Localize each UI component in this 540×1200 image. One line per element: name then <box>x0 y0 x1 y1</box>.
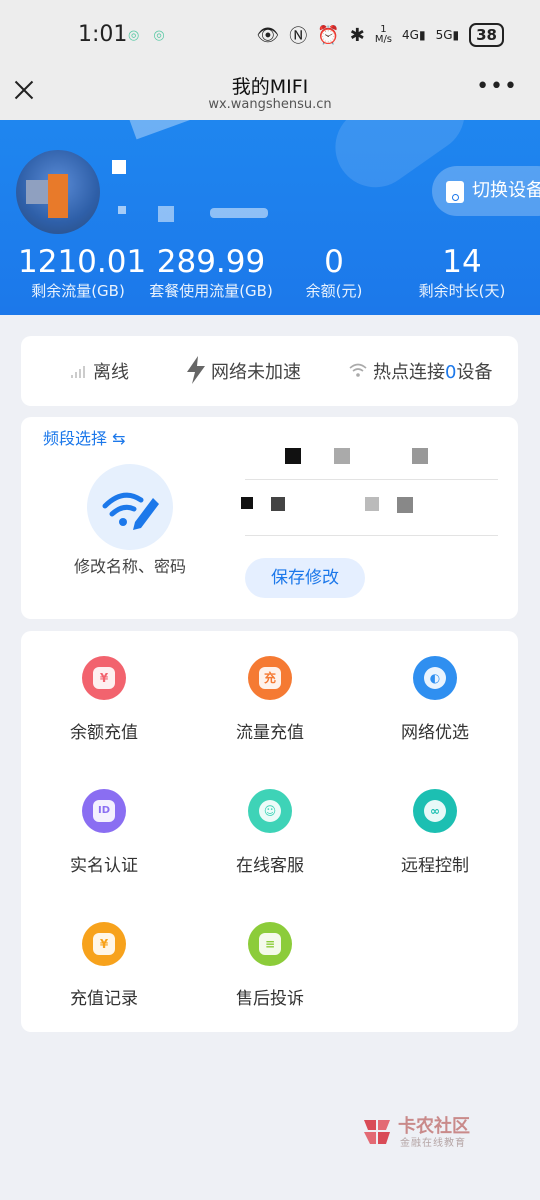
ssid-field[interactable] <box>245 479 498 480</box>
wifi-edit-icon[interactable] <box>87 464 173 550</box>
stats-row: 1210.01 剩余流量(GB) 289.99 套餐使用流量(GB) 0 余额(… <box>0 244 540 304</box>
redacted-block <box>271 497 285 511</box>
save-changes-button[interactable]: 保存修改 <box>245 558 365 598</box>
redacted-block <box>241 497 253 509</box>
grid-item-customer-service[interactable]: ☺ 在线客服 <box>187 789 353 876</box>
stat-balance: 0 余额(元) <box>305 244 363 300</box>
band-select-button[interactable]: 频段选择 ⇆ <box>43 425 126 449</box>
redacted-block <box>210 208 268 218</box>
stat-remaining-days: 14 剩余时长(天) <box>418 244 506 300</box>
stat-used-data: 289.99 套餐使用流量(GB) <box>149 244 273 300</box>
more-icon[interactable]: ••• <box>476 74 518 99</box>
alarm-icon: ⏰ <box>317 24 340 46</box>
avatar <box>16 150 100 234</box>
redacted-block <box>334 448 350 464</box>
password-field[interactable] <box>245 535 498 536</box>
real-name-icon: ID <box>82 789 126 833</box>
grid-item-remote-control[interactable]: ∞ 远程控制 <box>352 789 518 876</box>
status-bar: 1:01 ◎◎ 👁 Ⓝ ⏰ ✱ 1 M/s 4G▮ 5G▮ 38 <box>0 0 540 66</box>
signal-weak-icon <box>71 364 87 378</box>
grid-item-recharge-record[interactable]: ¥ 充值记录 <box>21 922 187 1009</box>
device-icon <box>446 181 464 203</box>
redacted-block <box>397 497 413 513</box>
notification-icons: ◎◎ <box>128 28 179 43</box>
page-url: wx.wangshensu.cn <box>208 97 332 112</box>
redacted-block <box>112 160 126 174</box>
redacted-block <box>412 448 428 464</box>
nfc-icon: Ⓝ <box>289 26 308 47</box>
watermark-logo-icon <box>364 1120 390 1144</box>
offline-status: 离线 <box>93 362 129 383</box>
lightning-icon <box>187 356 205 384</box>
redacted-block <box>118 206 126 214</box>
acceleration-status: 网络未加速 <box>211 362 301 383</box>
redacted-block <box>285 448 301 464</box>
edit-name-password-label: 修改名称、密码 <box>73 557 186 576</box>
bluetooth-icon: ✱ <box>349 24 365 46</box>
customer-service-icon: ☺ <box>248 789 292 833</box>
wifi-settings-card: 频段选择 ⇆ 修改名称、密码 保存修改 <box>21 417 518 619</box>
stat-remaining-data: 1210.01 剩余流量(GB) <box>18 244 147 300</box>
signal-4g-icon: 4G▮ <box>402 28 426 42</box>
grid-item-network-optimize[interactable]: ◐ 网络优选 <box>352 656 518 743</box>
grid-item-real-name[interactable]: ID 实名认证 <box>21 789 187 876</box>
device-header: 切换设备 1210.01 剩余流量(GB) 289.99 套餐使用流量(GB) … <box>0 120 540 315</box>
wifi-icon <box>349 363 367 377</box>
remote-control-icon: ∞ <box>413 789 457 833</box>
status-time: 1:01 <box>78 22 128 47</box>
status-icons: 👁 Ⓝ ⏰ ✱ 1 M/s 4G▮ 5G▮ 38 <box>256 22 504 48</box>
grid-item-complaint[interactable]: ≡ 售后投诉 <box>187 922 353 1009</box>
balance-recharge-icon: ¥ <box>82 656 126 700</box>
battery-icon: 38 <box>469 23 504 47</box>
redacted-block <box>158 206 174 222</box>
grid-item-balance-recharge[interactable]: ¥ 余额充值 <box>21 656 187 743</box>
redacted-block <box>365 497 379 511</box>
net-speed: 1 M/s <box>374 24 393 45</box>
decor-shape <box>127 120 193 140</box>
signal-5g-icon: 5G▮ <box>435 28 460 42</box>
eye-icon: 👁 <box>256 24 280 46</box>
complaint-icon: ≡ <box>248 922 292 966</box>
watermark-logo: 卡农社区 金融在线教育 <box>360 1112 490 1152</box>
services-grid: ¥ 余额充值 充 流量充值 ◐ 网络优选 ID 实名认证 ☺ 在线客服 ∞ 远程… <box>21 631 518 1032</box>
data-recharge-icon: 充 <box>248 656 292 700</box>
grid-item-data-recharge[interactable]: 充 流量充值 <box>187 656 353 743</box>
switch-device-button[interactable]: 切换设备 <box>432 166 540 216</box>
recharge-record-icon: ¥ <box>82 922 126 966</box>
network-optimize-icon: ◐ <box>413 656 457 700</box>
connection-status-card: 离线 网络未加速 热点连接0设备 <box>21 336 518 406</box>
hotspot-status: 热点连接0设备 <box>373 362 493 383</box>
title-bar: 我的MIFI wx.wangshensu.cn ••• <box>0 66 540 120</box>
page-title: 我的MIFI <box>231 76 309 98</box>
